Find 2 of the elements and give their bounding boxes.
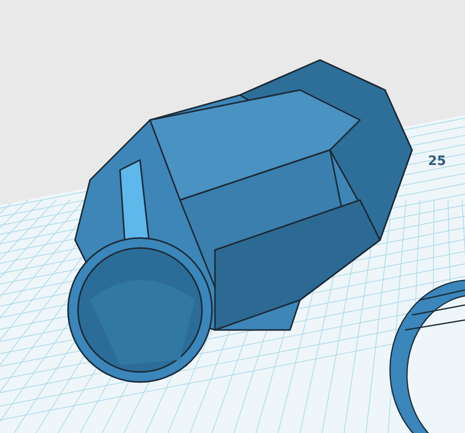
ruler-label: 25	[428, 154, 446, 169]
3d-viewport[interactable]: 25	[0, 0, 465, 433]
